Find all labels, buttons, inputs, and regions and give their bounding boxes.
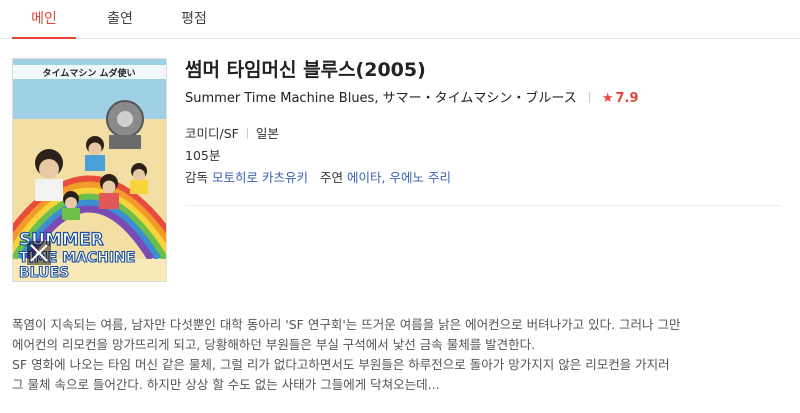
japanese-title: サマー・タイムマシン・ブルース: [382, 91, 577, 106]
rating-badge: ★ 7.9: [602, 91, 639, 106]
synopsis-line: SF 영화에 나오는 타임 머신 같은 물체, 그럴 리가 없다고하면서도 부원…: [12, 357, 670, 372]
rating-value: 7.9: [615, 91, 639, 106]
synopsis-line: 폭염이 지속되는 여름, 남자만 다섯뿐인 대학 동아리 'SF 연구회'는 뜨…: [12, 317, 681, 332]
movie-title: 썸머 타임머신 블루스(2005): [185, 59, 426, 81]
poster-top-text: タイムマシン ムダ使い: [43, 67, 136, 79]
synopsis-line: 에어컨의 리모컨을 망가뜨리게 되고, 당황해하던 부원들은 부실 구석에서 낯…: [12, 337, 536, 352]
movie-info: 썸머 타임머신 블루스(2005) Summer Time Machine Bl…: [185, 54, 781, 189]
tab-main[interactable]: 메인: [12, 0, 76, 39]
movie-subtitle-row: Summer Time Machine Blues, サマー・タイムマシン・ブル…: [185, 88, 781, 110]
genre-country-row: 코미디/SF 일본: [185, 123, 781, 145]
star-icon: ★: [601, 91, 614, 106]
tab-cast[interactable]: 출연: [96, 0, 144, 38]
cast-label: 주연: [319, 170, 343, 185]
info-divider: [185, 205, 781, 206]
synopsis: 폭염이 지속되는 여름, 남자만 다섯뿐인 대학 동아리 'SF 연구회'는 뜨…: [12, 315, 788, 395]
genre: 코미디/SF: [185, 126, 239, 141]
tab-review[interactable]: 평점: [168, 0, 220, 38]
divider: [246, 128, 248, 139]
country: 일본: [255, 126, 279, 141]
cast-link-1[interactable]: 에이타: [347, 170, 382, 185]
credits-row: 감독 모토히로 카츠유키 주연 에이타, 우에노 주리: [185, 167, 781, 189]
runtime: 105분: [185, 148, 221, 163]
poster-title-line-3: BLUES: [19, 265, 69, 281]
divider: [588, 92, 590, 103]
cast-link-2[interactable]: 우에노 주리: [389, 170, 450, 185]
tab-bar: 메인 출연 평점: [0, 0, 800, 39]
expand-icon[interactable]: [27, 241, 51, 265]
director-label: 감독: [185, 170, 209, 185]
poster-image: タイムマシン ムダ使い SUMMER TIME MACHINE BLUES: [13, 59, 166, 281]
english-title: Summer Time Machine Blues,: [185, 91, 379, 106]
movie-poster[interactable]: タイムマシン ムダ使い SUMMER TIME MACHINE BLUES: [12, 58, 167, 282]
synopsis-line: 그 물체 속으로 들어간다. 하지만 상상 할 수도 없는 사태가 그들에게 닥…: [12, 377, 440, 392]
director-link[interactable]: 모토히로 카츠유키: [212, 170, 308, 185]
